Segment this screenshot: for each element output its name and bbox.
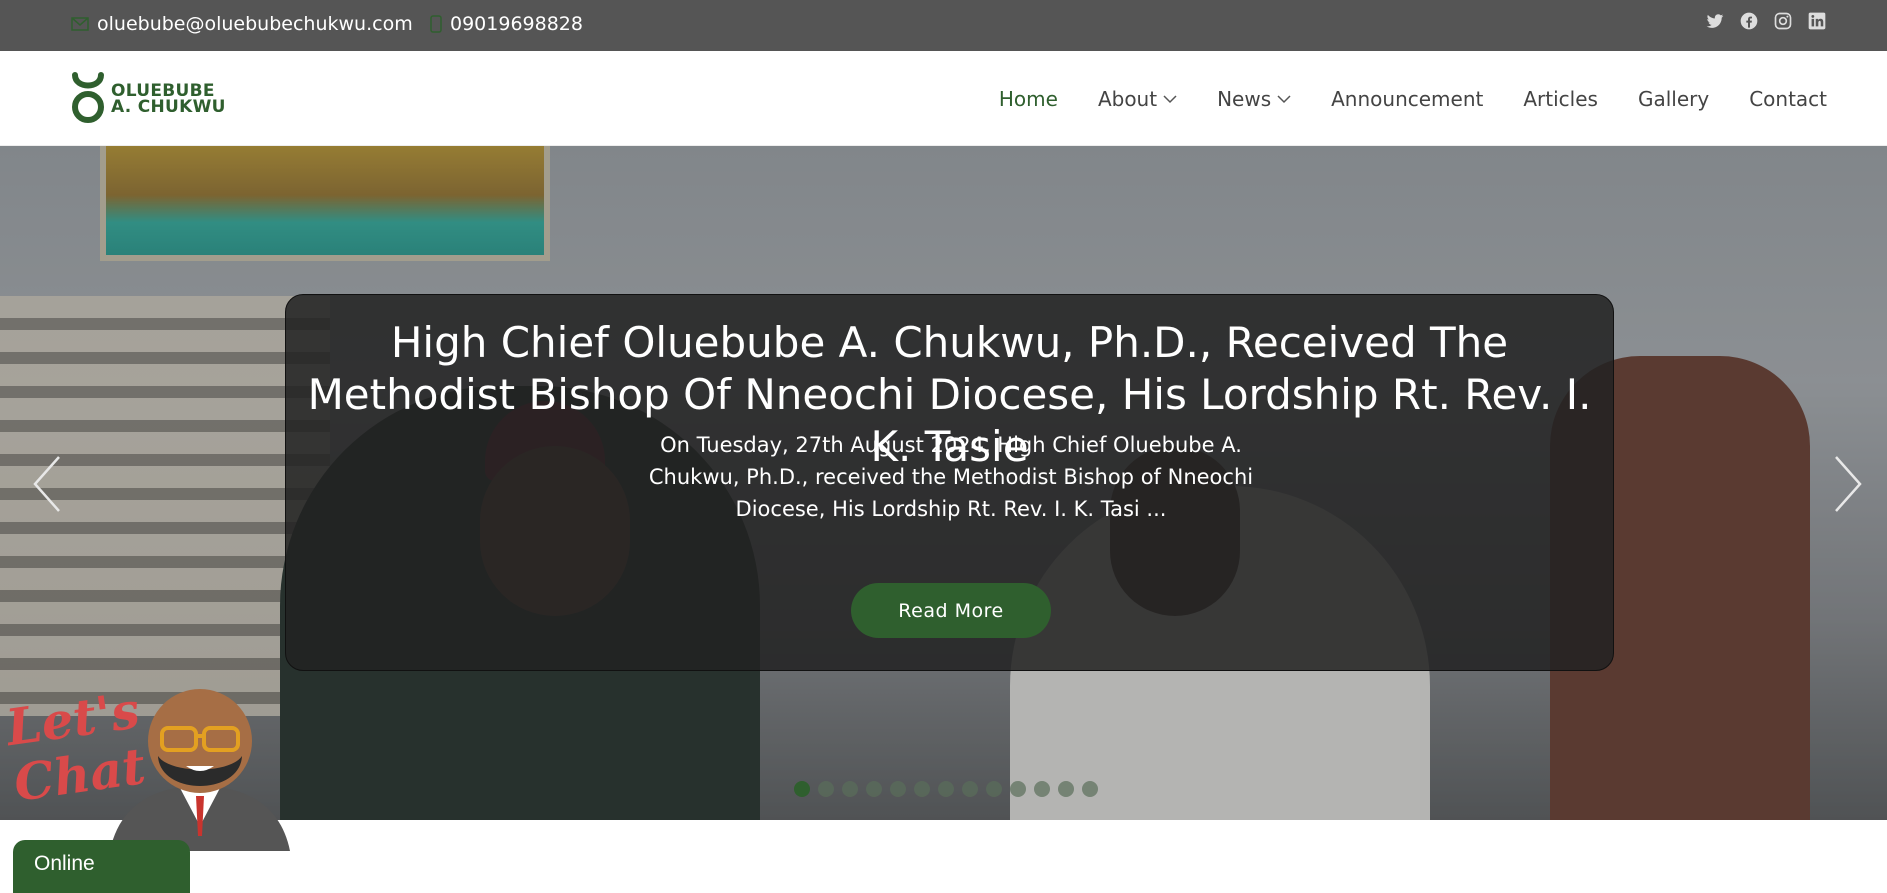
email-text[interactable]: oluebube@oluebubechukwu.com [97,13,413,35]
slider-dot[interactable] [1010,781,1026,797]
twitter-icon[interactable] [1705,11,1725,31]
chevron-right-icon [1835,456,1862,512]
facebook-icon[interactable] [1739,11,1759,31]
logo-mark-icon [72,72,104,123]
slider-dot[interactable] [938,781,954,797]
nav-contact[interactable]: Contact [1749,87,1827,111]
online-status-badge[interactable]: Online [13,840,190,893]
envelope-icon [71,17,89,31]
nav-gallery[interactable]: Gallery [1638,87,1709,111]
slider-dot[interactable] [914,781,930,797]
nav-announcement-label[interactable]: Announcement [1331,87,1483,111]
slide-excerpt: On Tuesday, 27th August 2024, High Chief… [648,433,1254,521]
nav-gallery-label[interactable]: Gallery [1638,87,1709,111]
top-contact-bar: oluebube@oluebubechukwu.com 09019698828 [0,0,1887,51]
nav-home[interactable]: Home [999,87,1058,111]
nav-news-label[interactable]: News [1217,87,1271,111]
linkedin-icon[interactable] [1807,11,1827,31]
chevron-down-icon [1277,94,1291,103]
slider-dot[interactable] [1058,781,1074,797]
slider-dot[interactable] [890,781,906,797]
nav-articles-label[interactable]: Articles [1523,87,1598,111]
slider-dot[interactable] [866,781,882,797]
social-links [1705,11,1827,31]
nav-articles[interactable]: Articles [1523,87,1598,111]
read-more-button[interactable]: Read More [851,583,1051,638]
nav-contact-label[interactable]: Contact [1749,87,1827,111]
phone-text[interactable]: 09019698828 [450,13,583,35]
slider-dot[interactable] [986,781,1002,797]
slider-prev-button[interactable] [32,454,62,514]
slider-dot[interactable] [794,781,810,797]
slider-pagination [794,781,1098,797]
chevron-down-icon [1163,94,1177,103]
slider-next-button[interactable] [1833,454,1863,514]
instagram-icon[interactable] [1773,11,1793,31]
phone-contact[interactable]: 09019698828 [430,0,583,48]
slider-dot[interactable] [1082,781,1098,797]
main-nav: Home About News Announcement Articles Ga… [959,51,1827,146]
site-header: OLUEBUBE A. CHUKWU Home About News Annou… [0,51,1887,146]
phone-icon [430,15,442,33]
nav-announcement[interactable]: Announcement [1331,87,1483,111]
nav-about[interactable]: About [1098,87,1177,111]
nav-about-label[interactable]: About [1098,87,1157,111]
slider-dot[interactable] [1034,781,1050,797]
chat-agent-avatar[interactable] [110,676,290,851]
site-logo[interactable]: OLUEBUBE A. CHUKWU [71,71,226,127]
slider-dot[interactable] [842,781,858,797]
chat-widget[interactable]: Let's Chat Online [0,676,300,893]
slider-dot[interactable] [962,781,978,797]
logo-line-2: A. CHUKWU [111,97,226,117]
nav-news[interactable]: News [1217,87,1291,111]
nav-home-label[interactable]: Home [999,87,1058,111]
chevron-left-icon [33,456,60,512]
slide-caption-card: High Chief Oluebube A. Chukwu, Ph.D., Re… [285,294,1614,671]
slider-dot[interactable] [818,781,834,797]
email-contact[interactable]: oluebube@oluebubechukwu.com [71,0,413,48]
